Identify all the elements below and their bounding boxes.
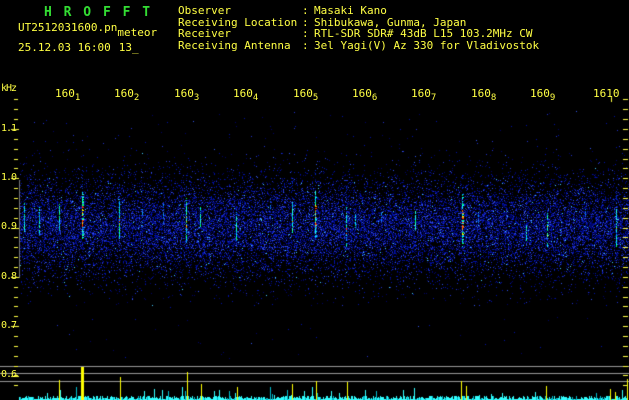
time-tick-label: 1607: [411, 87, 437, 103]
freq-tick-label: 1.0: [1, 172, 17, 183]
time-tick-main: 1610: [593, 87, 620, 100]
freq-tick-label: 0.7: [1, 320, 17, 331]
app-title: H R O F F T: [44, 5, 153, 20]
time-tick-label: 1606: [352, 87, 378, 103]
time-tick-sub: 1: [74, 93, 81, 103]
freq-tick-label: 0.9: [1, 221, 17, 232]
time-tick-label: 1609: [530, 87, 556, 103]
time-tick-label: 1604: [233, 87, 259, 103]
time-tick-label: 1605: [293, 87, 319, 103]
time-tick-label: 1610: [593, 88, 620, 99]
time-tick-main: 160: [174, 87, 194, 100]
mode-label: meteor: [117, 26, 158, 39]
time-tick-sub: 4: [252, 93, 259, 103]
freq-tick-label: 0.8: [1, 271, 17, 282]
time-tick-sub: 9: [549, 93, 556, 103]
info-label: Receiving Antenna: [178, 39, 291, 53]
freq-tick-label: 0.6: [1, 369, 17, 380]
time-tick-main: 160: [352, 87, 372, 100]
info-row: Observer: Masaki Kano: [178, 4, 539, 17]
time-tick-sub: 5: [312, 93, 319, 103]
freq-axis-unit: kHz: [1, 83, 17, 94]
freq-tick-label: 1.1: [1, 123, 17, 134]
time-tick-main: 160: [233, 87, 253, 100]
time-tick-main: 160: [293, 87, 313, 100]
info-row: Receiver: RTL-SDR SDR# 43dB L15 103.2MHz …: [178, 27, 539, 40]
hrofft-window: H R O F F T UT2512031600.pnmeteor 25.12.…: [0, 0, 629, 400]
time-tick-label: 1608: [471, 87, 497, 103]
info-row: Receiving Antenna:3el Yagi(V) Az 330 for…: [178, 39, 540, 53]
datetime-line: 25.12.03 16:00 13_: [18, 42, 139, 53]
station-info: Observer: Masaki Kano Receiving Location: S…: [178, 4, 540, 53]
time-tick-sub: 3: [193, 93, 200, 103]
time-tick-sub: 2: [133, 93, 140, 103]
time-tick-main: 160: [471, 87, 491, 100]
time-tick-sub: 7: [430, 93, 437, 103]
counter-text: 13_: [118, 41, 139, 54]
filename-line: UT2512031600.pnmeteor: [18, 21, 157, 38]
time-tick-main: 160: [411, 87, 431, 100]
time-tick-main: 160: [55, 87, 75, 100]
time-tick-label: 1601: [55, 87, 81, 103]
time-tick-sub: 8: [490, 93, 497, 103]
info-row: Receiving Location: Shibukawa, Gunma, Jap…: [178, 16, 539, 29]
datetime-text: 25.12.03 16:00: [18, 41, 111, 54]
filename-text: UT2512031600.pn: [18, 21, 118, 34]
time-tick-sub: 6: [371, 93, 378, 103]
info-colon: :: [302, 39, 309, 53]
info-value: 3el Yagi(V) Az 330 for Vladivostok: [314, 39, 540, 53]
time-tick-main: 160: [530, 87, 550, 100]
time-tick-main: 160: [114, 87, 134, 100]
time-tick-label: 1602: [114, 87, 140, 103]
spectrogram-canvas: [0, 0, 629, 400]
time-tick-label: 1603: [174, 87, 200, 103]
